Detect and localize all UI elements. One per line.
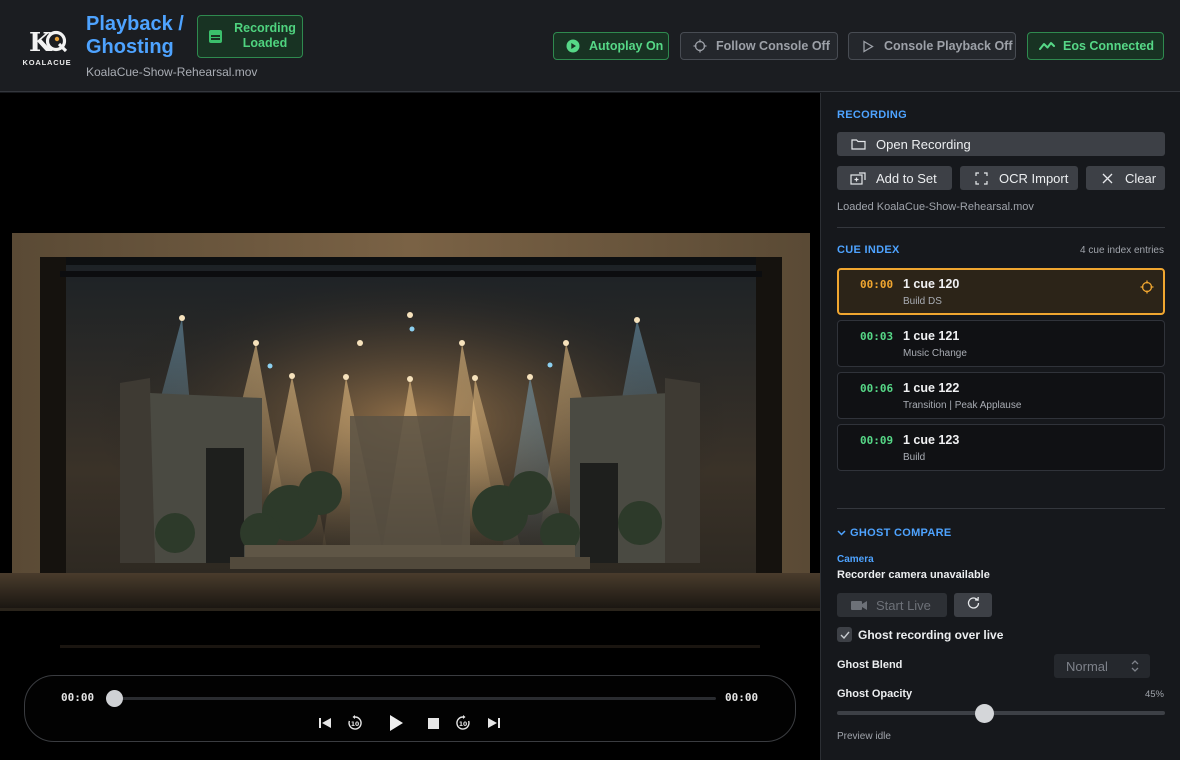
chevron-down-icon (837, 527, 846, 539)
cue-entry[interactable]: 00:09 1 cue 123 Build (837, 424, 1165, 471)
add-to-set-label: Add to Set (876, 170, 937, 186)
follow-console-label: Follow Console Off (716, 39, 830, 53)
scan-frame-icon (972, 171, 990, 185)
cue-label: Build DS (903, 296, 942, 307)
seek-track[interactable] (112, 697, 716, 700)
ghost-blend-label: Ghost Blend (837, 659, 903, 671)
svg-text:K: K (29, 28, 53, 56)
current-time: 00:00 (61, 691, 95, 704)
skip-forward-icon[interactable] (486, 712, 502, 734)
ghost-opacity-track[interactable] (837, 711, 1165, 715)
cue-name: 1 cue 123 (903, 433, 960, 447)
cue-name: 1 cue 122 (903, 381, 960, 395)
autoplay-toggle[interactable]: Autoplay On (553, 32, 669, 60)
close-icon (1098, 173, 1116, 184)
crosshair-icon (691, 39, 709, 53)
add-to-set-icon (849, 171, 867, 185)
refresh-icon (967, 596, 980, 614)
duration-time: 00:00 (725, 691, 759, 704)
eos-connection-label: Eos Connected (1063, 39, 1154, 53)
forward-10-icon[interactable]: 10 (454, 712, 472, 734)
section-divider (837, 508, 1165, 509)
camera-label: Camera (837, 554, 874, 565)
refresh-button[interactable] (954, 593, 992, 617)
select-arrows-icon (1131, 660, 1139, 675)
stop-icon[interactable] (426, 712, 440, 734)
autoplay-label: Autoplay On (589, 39, 664, 53)
play-icon[interactable] (386, 712, 406, 734)
ghost-compare-toggle[interactable]: GHOST COMPARE (837, 527, 951, 539)
ghost-over-live-label: Ghost recording over live (858, 627, 1004, 642)
transport-bar: 00:00 00:00 10 10 (24, 675, 796, 742)
cue-name: 1 cue 121 (903, 329, 960, 343)
preview-status: Preview idle (837, 731, 891, 742)
koalacue-logo: K KOALACUE (22, 26, 72, 68)
cue-label: Music Change (903, 348, 967, 359)
crosshair-icon[interactable] (1140, 280, 1154, 299)
ghost-opacity-label: Ghost Opacity (837, 688, 913, 700)
ghost-blend-value: Normal (1066, 658, 1108, 674)
clear-label: Clear (1125, 170, 1157, 186)
koala-logo-icon: K (29, 28, 68, 56)
ghost-compare-title: GHOST COMPARE (850, 527, 952, 539)
cue-index-count: 4 cue index entries (1080, 245, 1164, 256)
recording-loaded-label: Recording Loaded (234, 21, 296, 50)
cue-time: 00:09 (860, 434, 894, 447)
loaded-status: Loaded KoalaCue-Show-Rehearsal.mov (837, 201, 1034, 213)
app-header: K KOALACUE Playback / Ghosting KoalaCue-… (0, 0, 1180, 92)
follow-console-toggle[interactable]: Follow Console Off (680, 32, 838, 60)
ghost-over-live-checkbox[interactable] (837, 627, 852, 642)
skip-back-icon[interactable] (317, 712, 333, 734)
play-circle-icon (564, 39, 582, 53)
signal-wave-icon (1038, 40, 1056, 52)
ocr-import-button[interactable]: OCR Import (960, 166, 1078, 190)
side-panel: RECORDING Open Recording Add to Set OCR … (820, 93, 1180, 760)
ocr-import-label: OCR Import (999, 170, 1069, 186)
brand-wordmark: KOALACUE (22, 58, 72, 67)
open-recording-label: Open Recording (876, 136, 971, 152)
eos-connection-status[interactable]: Eos Connected (1027, 32, 1164, 60)
video-player[interactable]: 00:00 00:00 10 10 (0, 93, 820, 760)
open-recording-button[interactable]: Open Recording (837, 132, 1165, 156)
start-live-button[interactable]: Start Live (837, 593, 947, 617)
ghost-opacity-handle[interactable] (975, 704, 995, 723)
film-icon (209, 30, 222, 43)
cue-entry[interactable]: 00:00 1 cue 120 Build DS (837, 268, 1165, 315)
folder-icon (849, 138, 867, 150)
cue-time: 00:00 (860, 278, 894, 291)
cue-time: 00:06 (860, 382, 894, 395)
page-title: Playback / Ghosting (86, 13, 184, 58)
rewind-10-icon[interactable]: 10 (346, 712, 364, 734)
recording-loaded-badge: Recording Loaded (197, 15, 303, 58)
console-playback-toggle[interactable]: Console Playback Off (848, 32, 1016, 60)
ghost-over-live-option[interactable]: Ghost recording over live (837, 627, 1003, 642)
section-divider (837, 227, 1165, 228)
seek-handle[interactable] (106, 690, 123, 707)
ghost-blend-select[interactable]: Normal (1054, 654, 1150, 678)
video-camera-icon (851, 600, 867, 611)
svg-text:10: 10 (351, 721, 359, 728)
play-outline-icon (859, 39, 877, 53)
loaded-file-name: KoalaCue-Show-Rehearsal.mov (86, 65, 258, 79)
cue-time: 00:03 (860, 330, 894, 343)
cue-label: Transition | Peak Applause (903, 400, 1022, 411)
camera-status: Recorder camera unavailable (837, 569, 990, 581)
stage-video-frame (0, 93, 820, 760)
add-to-set-button[interactable]: Add to Set (837, 166, 952, 190)
cue-index-section-title: CUE INDEX (837, 244, 900, 256)
ghost-opacity-value: 45% (1144, 689, 1164, 700)
clear-button[interactable]: Clear (1086, 166, 1165, 190)
cue-entry[interactable]: 00:03 1 cue 121 Music Change (837, 320, 1165, 367)
start-live-label: Start Live (876, 597, 931, 613)
recording-section-title: RECORDING (837, 109, 907, 121)
cue-label: Build (903, 452, 926, 463)
cue-entry[interactable]: 00:06 1 cue 122 Transition | Peak Applau… (837, 372, 1165, 419)
cue-name: 1 cue 120 (903, 277, 960, 291)
svg-text:10: 10 (459, 721, 467, 728)
console-playback-label: Console Playback Off (884, 39, 1013, 53)
